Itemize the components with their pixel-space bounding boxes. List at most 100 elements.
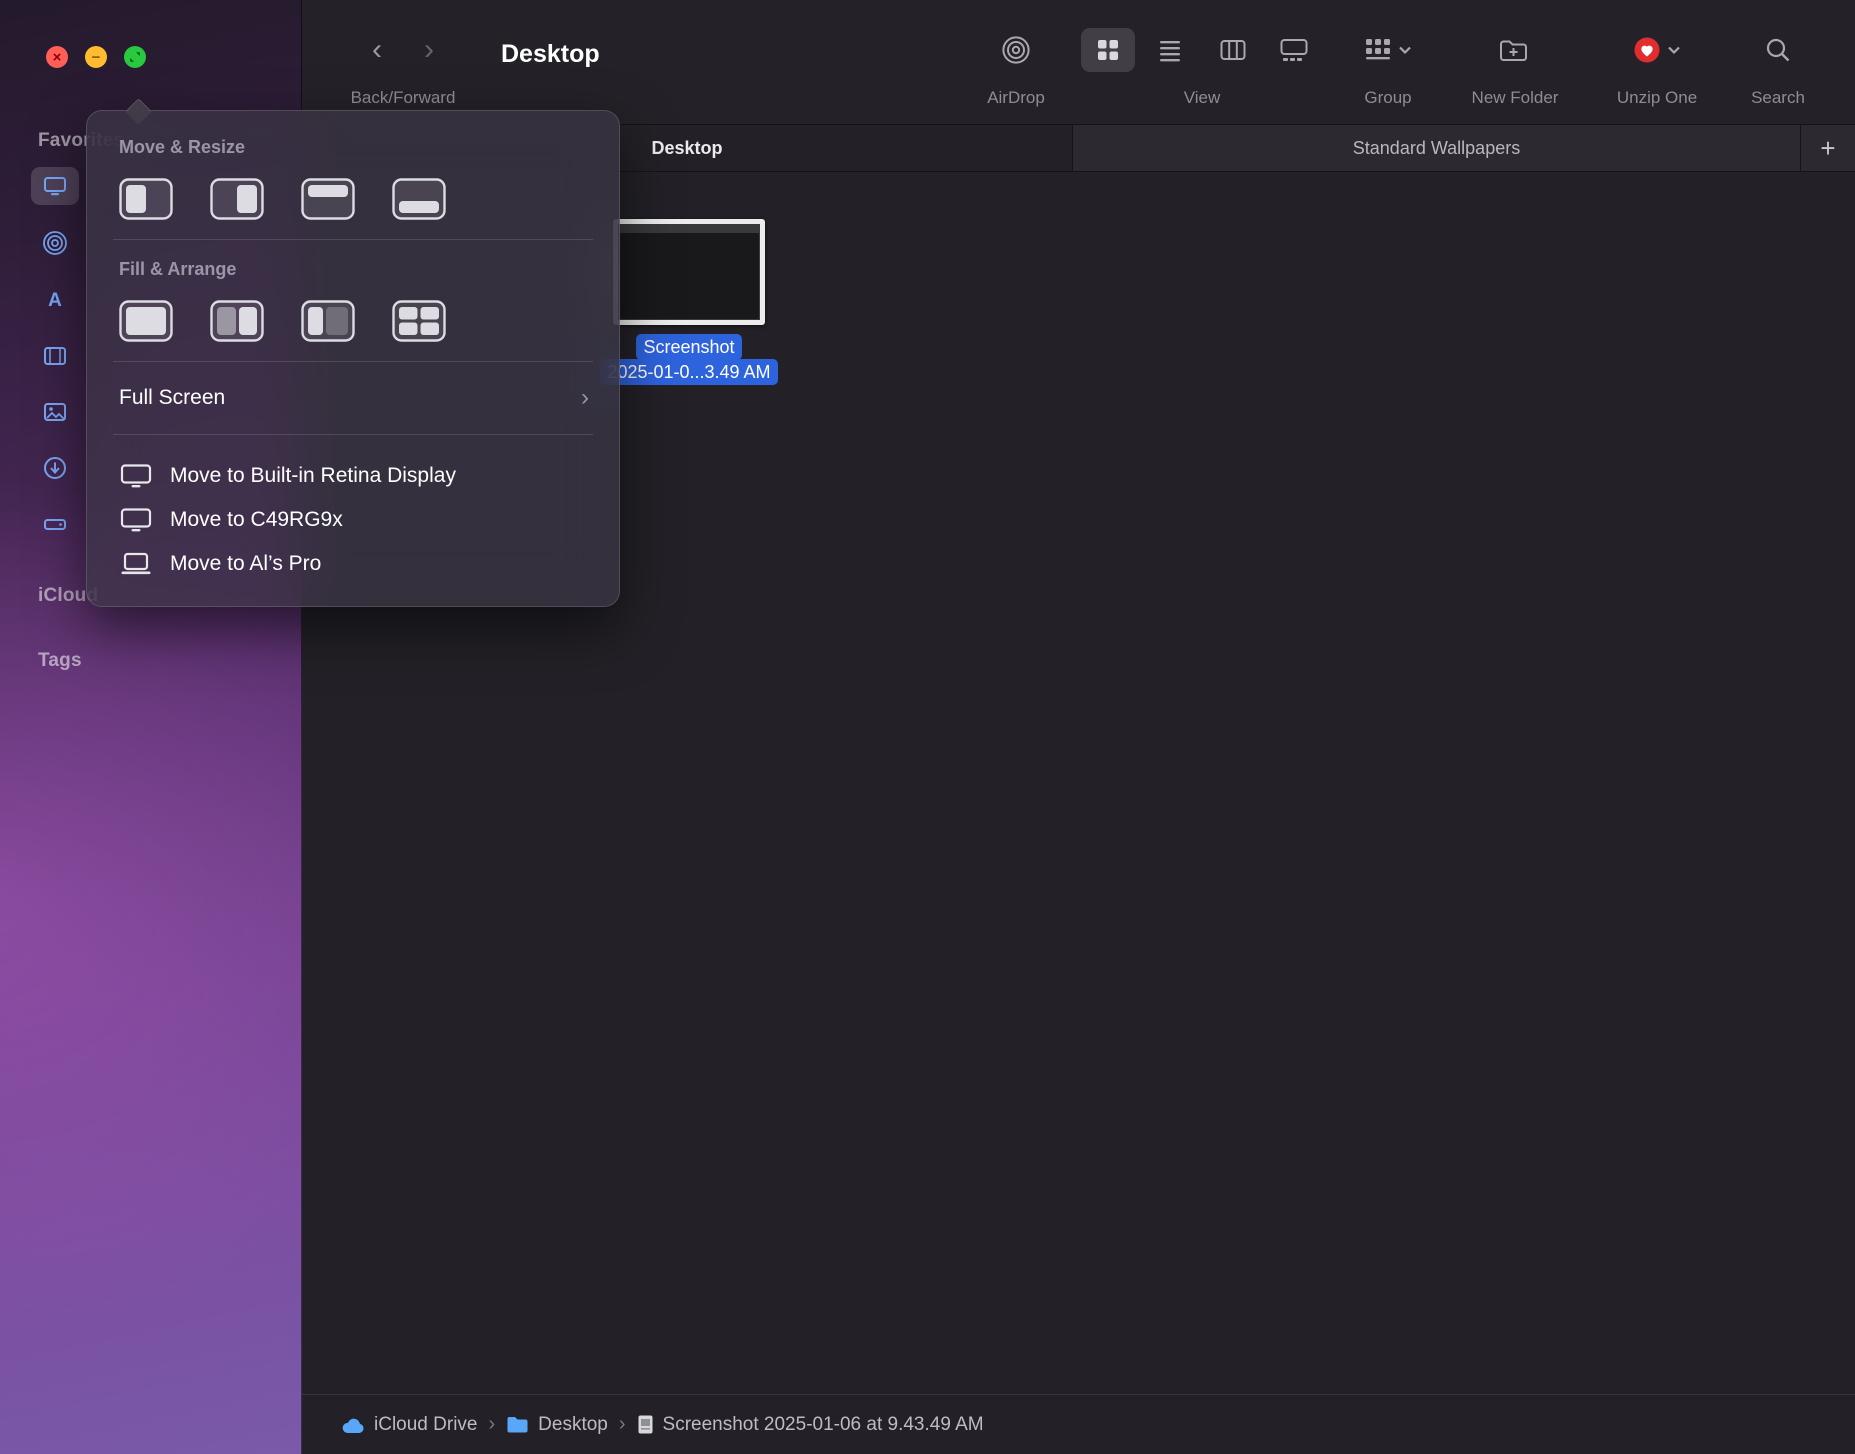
move-resize-header: Move & Resize [119, 137, 246, 157]
window-title: Desktop [501, 40, 600, 68]
unzip-one-label: Unzip One [1616, 88, 1698, 107]
sidebar-item-harddrive[interactable] [31, 505, 79, 543]
chevron-right-icon: › [581, 384, 589, 411]
svg-text:A: A [48, 290, 62, 311]
path-label: Desktop [538, 1413, 608, 1435]
path-label: Screenshot 2025-01-06 at 9.43.49 AM [662, 1413, 984, 1435]
move-resize-options [119, 178, 593, 220]
fill-screen-button[interactable] [119, 300, 173, 342]
divider [113, 239, 593, 240]
sidebar-item-desktop[interactable] [31, 167, 79, 205]
group-icon [1366, 39, 1390, 60]
gallery-view-icon [1280, 39, 1308, 61]
divider [113, 434, 593, 435]
full-screen-label: Full Screen [119, 386, 226, 409]
forward-icon: › [424, 33, 434, 66]
back-button[interactable]: ‹ [372, 34, 382, 66]
airdrop-button[interactable] [1001, 34, 1031, 66]
sidebar-item-downloads[interactable] [31, 449, 79, 487]
path-item-desktop[interactable]: Desktop [506, 1414, 608, 1436]
move-to-als-pro-item[interactable]: Move to Al’s Pro [113, 542, 593, 586]
file-label-line1: Screenshot [636, 334, 742, 360]
download-icon [44, 457, 66, 479]
close-button[interactable]: × [46, 46, 68, 68]
toolbar: ‹ › Back/Forward Desktop AirDrop View Gr… [302, 0, 1855, 124]
path-label: iCloud Drive [374, 1413, 478, 1435]
move-to-label: Move to Al’s Pro [170, 552, 322, 575]
search-icon [1766, 38, 1790, 62]
move-to-retina-display-item[interactable]: Move to Built-in Retina Display [113, 454, 593, 498]
tile-top-half-button[interactable] [301, 178, 355, 220]
traffic-lights: × − [46, 46, 146, 68]
file-icon [638, 1415, 653, 1434]
new-folder-button[interactable] [1498, 34, 1530, 66]
move-to-label: Move to Built-in Retina Display [170, 464, 456, 487]
group-label: Group [1364, 88, 1412, 107]
photo-icon [44, 403, 66, 421]
new-tab-button[interactable]: + [1800, 125, 1855, 171]
airdrop-icon [1002, 36, 1030, 64]
film-icon [44, 347, 66, 365]
search-button[interactable] [1764, 34, 1792, 66]
plus-icon: + [1820, 132, 1836, 163]
grid-view-icon [1098, 40, 1118, 60]
view-label: View [1183, 88, 1221, 107]
path-separator: › [488, 1413, 496, 1435]
desktop-icon [44, 177, 66, 196]
tile-left-half-button[interactable] [119, 178, 173, 220]
cloud-icon [342, 1418, 364, 1433]
close-icon: × [52, 48, 62, 66]
tile-right-half-button[interactable] [210, 178, 264, 220]
window-management-popover: Move & Resize Fill & Arrange Full Screen… [86, 110, 620, 607]
new-folder-label: New Folder [1471, 88, 1559, 107]
new-folder-icon [1500, 40, 1527, 61]
back-icon: ‹ [372, 33, 382, 66]
display-icon [119, 463, 153, 489]
view-grid-button[interactable] [1081, 28, 1135, 72]
airdrop-icon [43, 231, 67, 255]
path-item-icloud-drive[interactable]: iCloud Drive [341, 1414, 477, 1436]
forward-button[interactable]: › [424, 34, 434, 66]
unzip-one-app-icon [1634, 37, 1660, 63]
view-list-button[interactable] [1143, 28, 1197, 72]
tab-standard-wallpapers[interactable]: Standard Wallpapers [1072, 125, 1800, 171]
path-bar: iCloud Drive › Desktop › Screenshot 2025… [302, 1394, 1855, 1454]
full-screen-menu-item[interactable]: Full Screen › [113, 381, 593, 415]
view-columns-button[interactable] [1206, 28, 1260, 72]
folder-icon [507, 1417, 528, 1433]
columns-view-icon [1220, 40, 1246, 60]
arrange-left-right-button[interactable] [210, 300, 264, 342]
unzip-one-button[interactable] [1633, 34, 1681, 66]
harddrive-icon [44, 519, 66, 530]
sidebar-item-airdrop[interactable] [31, 224, 79, 262]
zoom-button[interactable] [124, 46, 146, 68]
sidebar-item-movies[interactable] [31, 337, 79, 375]
group-button[interactable] [1364, 34, 1412, 66]
applications-icon: A [48, 290, 62, 311]
arrange-split-button[interactable] [301, 300, 355, 342]
file-screenshot[interactable]: Screenshot 2025-01-0...3.49 AM [598, 219, 780, 385]
sidebar-item-applications[interactable]: A [31, 281, 79, 319]
view-gallery-button[interactable] [1267, 28, 1321, 72]
list-view-icon [1160, 41, 1180, 62]
move-to-c49rg9x-item[interactable]: Move to C49RG9x [113, 498, 593, 542]
chevron-down-icon [1398, 45, 1412, 55]
back-forward-label: Back/Forward [350, 88, 456, 107]
sidebar-item-pictures[interactable] [31, 393, 79, 431]
laptop-icon [119, 551, 153, 577]
arrange-quarters-button[interactable] [392, 300, 446, 342]
chevron-down-icon [1667, 45, 1681, 55]
move-to-label: Move to C49RG9x [170, 508, 343, 531]
fill-arrange-header: Fill & Arrange [119, 259, 237, 279]
sidebar-section-tags: Tags [38, 650, 82, 671]
path-item-screenshot-file[interactable]: Screenshot 2025-01-06 at 9.43.49 AM [637, 1414, 984, 1436]
minimize-button[interactable]: − [85, 46, 107, 68]
tile-bottom-half-button[interactable] [392, 178, 446, 220]
search-label: Search [1751, 88, 1805, 107]
file-thumbnail [613, 219, 765, 325]
airdrop-label: AirDrop [987, 88, 1045, 107]
tab-wallpapers-label: Standard Wallpapers [1352, 137, 1521, 158]
zoom-arrows-icon [130, 52, 140, 62]
minimize-icon: − [91, 48, 101, 66]
tab-desktop-label: Desktop [651, 137, 723, 158]
